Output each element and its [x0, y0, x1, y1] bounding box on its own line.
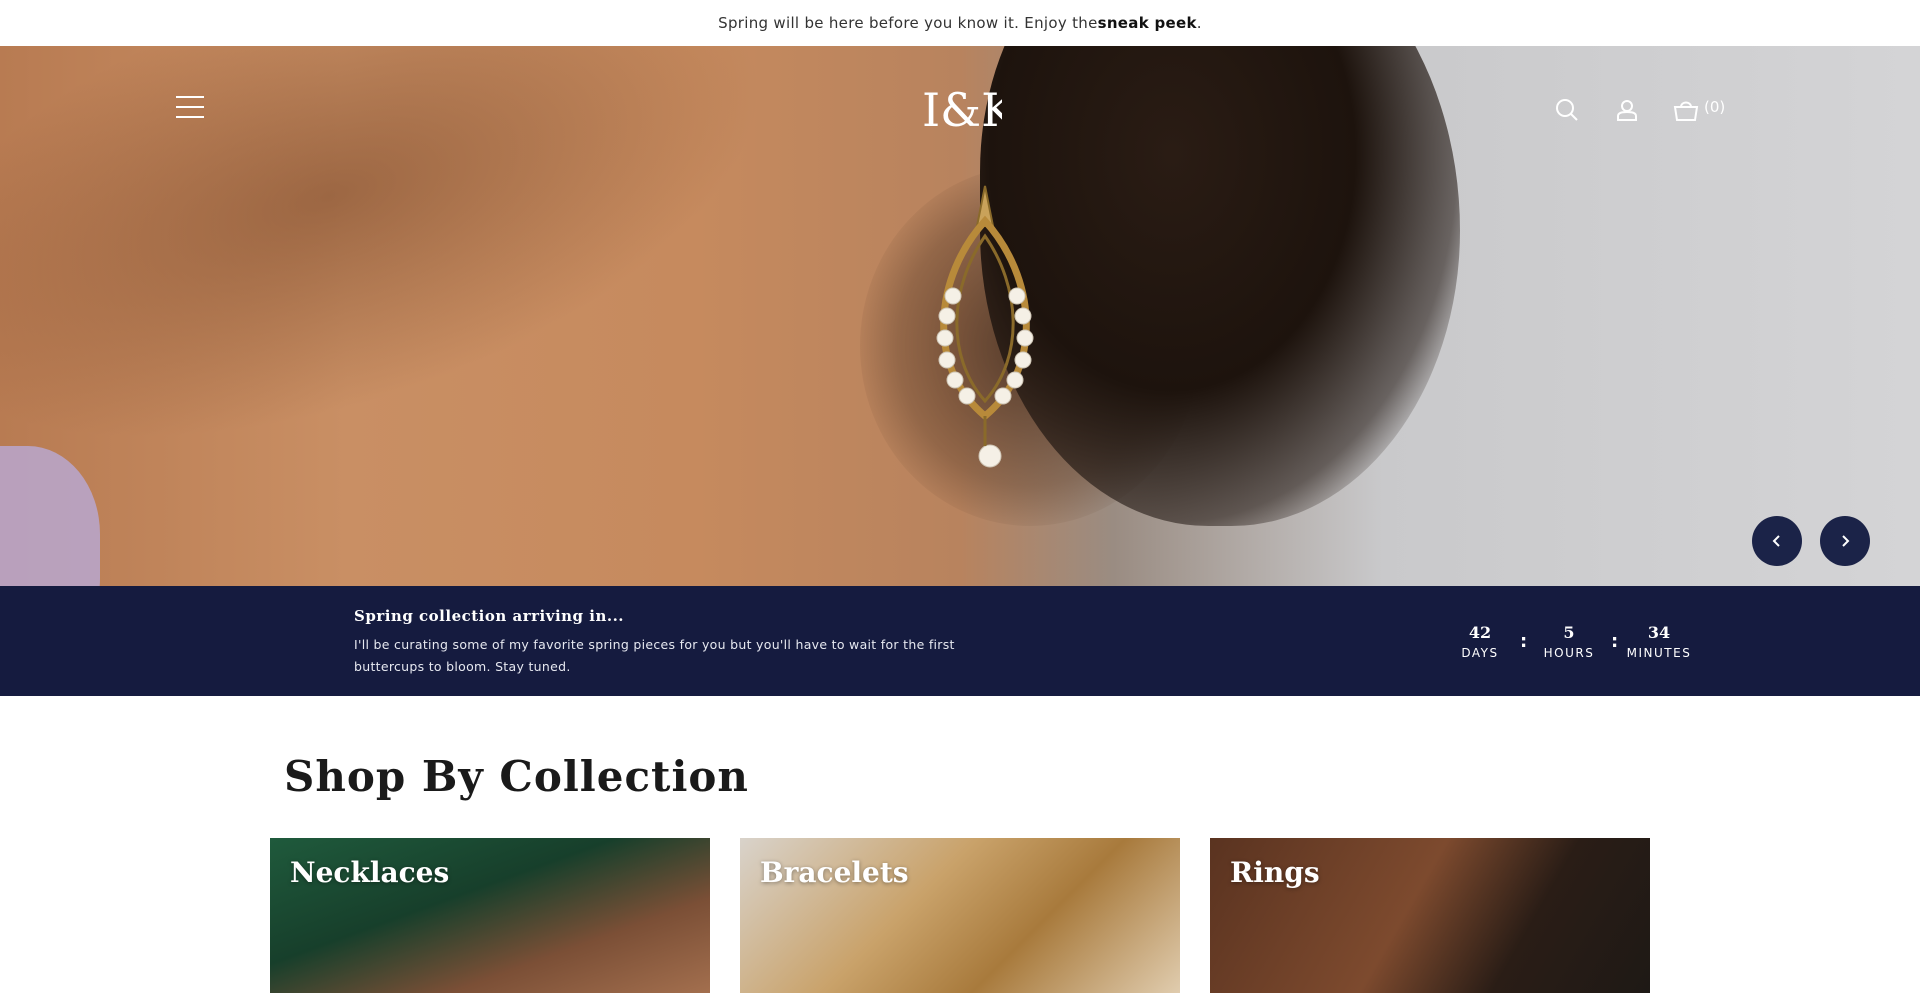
countdown-separator: :	[1520, 631, 1528, 652]
slider-next-button[interactable]	[1820, 516, 1870, 566]
countdown-minutes-value: 34	[1647, 623, 1671, 642]
svg-text:I&K: I&K	[922, 83, 1002, 137]
countdown-days-value: 42	[1468, 623, 1492, 642]
collection-label: Bracelets	[760, 856, 909, 889]
cart-icon[interactable]	[1673, 98, 1699, 122]
earring-image	[936, 185, 1034, 468]
countdown-hours-value: 5	[1563, 623, 1575, 642]
slider-prev-button[interactable]	[1752, 516, 1802, 566]
hero-shoulder	[0, 446, 100, 586]
countdown-hours-label: HOURS	[1543, 646, 1595, 660]
account-icon[interactable]	[1615, 98, 1639, 122]
collection-card-bracelets[interactable]: Bracelets	[740, 838, 1180, 993]
countdown-days: 42 DAYS	[1440, 623, 1520, 660]
announcement-text: Spring will be here before you know it. …	[718, 14, 1098, 32]
chevron-right-icon	[1842, 535, 1850, 547]
countdown-banner: Spring collection arriving in... I'll be…	[0, 586, 1920, 696]
countdown-minutes-label: MINUTES	[1626, 646, 1692, 660]
search-icon[interactable]	[1555, 98, 1579, 122]
collection-label: Necklaces	[290, 856, 450, 889]
logo-icon[interactable]: I&K	[918, 78, 1002, 142]
chevron-left-icon	[1772, 535, 1780, 547]
sneak-peek-link[interactable]: sneak peek	[1098, 14, 1197, 32]
site-header: I&K (0)	[0, 46, 1920, 172]
collection-label: Rings	[1230, 856, 1320, 889]
countdown-days-label: DAYS	[1461, 646, 1499, 660]
announcement-bar: Spring will be here before you know it. …	[0, 0, 1920, 46]
menu-icon[interactable]	[176, 96, 204, 120]
countdown-text: I'll be curating some of my favorite spr…	[354, 637, 955, 674]
collection-card-rings[interactable]: Rings	[1210, 838, 1650, 993]
announcement-suffix: .	[1196, 14, 1202, 32]
collections-heading: Shop By Collection	[284, 752, 749, 801]
countdown-separator: :	[1611, 631, 1619, 652]
countdown-hours: 5 HOURS	[1529, 623, 1609, 660]
countdown-minutes: 34 MINUTES	[1619, 623, 1699, 660]
countdown-title: Spring collection arriving in...	[354, 607, 625, 625]
cart-count[interactable]: (0)	[1704, 98, 1725, 116]
collection-card-necklaces[interactable]: Necklaces	[270, 838, 710, 993]
